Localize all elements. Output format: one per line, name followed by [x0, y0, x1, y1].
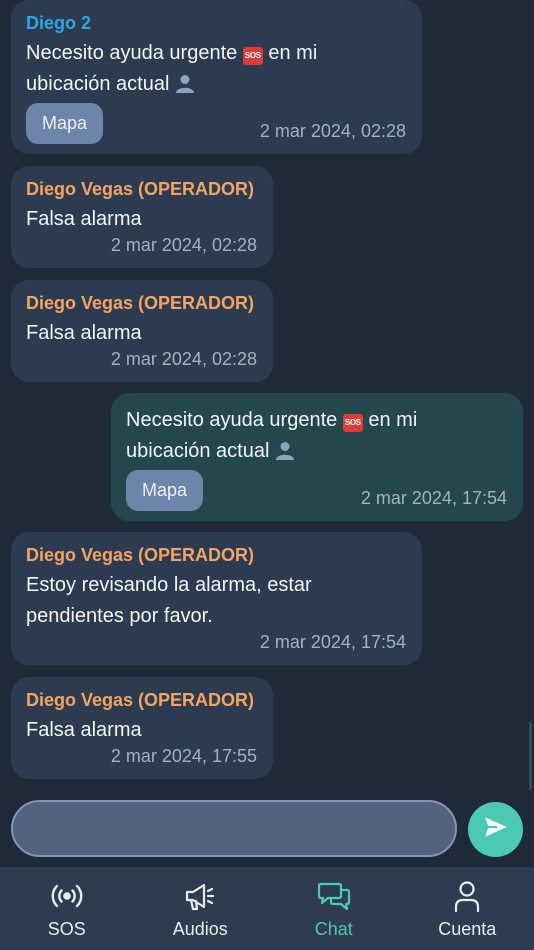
- own-message-bubble: Necesito ayuda urgente SOS en mi ubicaci…: [111, 393, 523, 521]
- sender-name: Diego 2: [26, 13, 92, 33]
- message-text: Necesito ayuda urgente SOS en mi ubicaci…: [126, 405, 508, 470]
- message-timestamp: 2 mar 2024, 02:28: [110, 349, 257, 369]
- send-button[interactable]: [468, 802, 523, 857]
- message-text: Falsa alarma: [26, 208, 142, 230]
- user-icon: [450, 880, 484, 917]
- sender-name: Diego Vegas (OPERADOR): [26, 293, 255, 313]
- sender-name: Diego Vegas (OPERADOR): [26, 545, 255, 565]
- person-silhouette-icon: [175, 72, 195, 103]
- tab-sos[interactable]: SOS: [0, 867, 134, 950]
- message-timestamp: 2 mar 2024, 17:54: [259, 632, 406, 652]
- message-bubble: Diego Vegas (OPERADOR) Falsa alarma 2 ma…: [11, 166, 273, 268]
- message-timestamp: 2 mar 2024, 17:54: [360, 488, 507, 508]
- megaphone-icon: [183, 880, 217, 917]
- tab-label: Chat: [314, 919, 353, 939]
- chat-icon: [317, 880, 351, 917]
- sos-emoji-icon: SOS: [242, 47, 263, 65]
- broadcast-icon: [50, 880, 84, 917]
- send-icon: [483, 814, 509, 845]
- tab-audios[interactable]: Audios: [134, 867, 268, 950]
- tab-label: Cuenta: [438, 919, 497, 939]
- tab-label: SOS: [47, 919, 86, 939]
- sender-name: Diego Vegas (OPERADOR): [26, 690, 255, 710]
- sender-name: Diego Vegas (OPERADOR): [26, 179, 255, 199]
- message-bubble: Diego Vegas (OPERADOR) Falsa alarma 2 ma…: [11, 677, 273, 779]
- person-silhouette-icon: [275, 439, 295, 470]
- message-bubble: Diego Vegas (OPERADOR) Falsa alarma 2 ma…: [11, 280, 273, 382]
- message-bubble: Diego 2 Necesito ayuda urgente SOS en mi…: [11, 0, 422, 154]
- message-timestamp: 2 mar 2024, 02:28: [110, 235, 257, 255]
- bottom-tab-bar: SOS Audios Chat Cuenta: [0, 867, 534, 950]
- message-text: Necesito ayuda urgente SOS en mi ubicaci…: [26, 38, 407, 103]
- message-text: Estoy revisando la alarma, estar pendien…: [26, 574, 312, 627]
- tab-label: Audios: [172, 919, 228, 939]
- message-input[interactable]: [11, 800, 457, 857]
- message-timestamp: 2 mar 2024, 17:55: [110, 746, 257, 766]
- tab-chat[interactable]: Chat: [267, 867, 401, 950]
- tab-cuenta[interactable]: Cuenta: [401, 867, 534, 950]
- sos-emoji-icon: SOS: [342, 414, 363, 432]
- message-timestamp: 2 mar 2024, 02:28: [259, 121, 406, 141]
- map-button[interactable]: Mapa: [26, 103, 103, 144]
- map-button[interactable]: Mapa: [126, 470, 203, 511]
- scrollbar-thumb[interactable]: [529, 722, 532, 790]
- message-text: Falsa alarma: [26, 322, 142, 344]
- message-text: Falsa alarma: [26, 719, 142, 741]
- message-bubble: Diego Vegas (OPERADOR) Estoy revisando l…: [11, 532, 422, 665]
